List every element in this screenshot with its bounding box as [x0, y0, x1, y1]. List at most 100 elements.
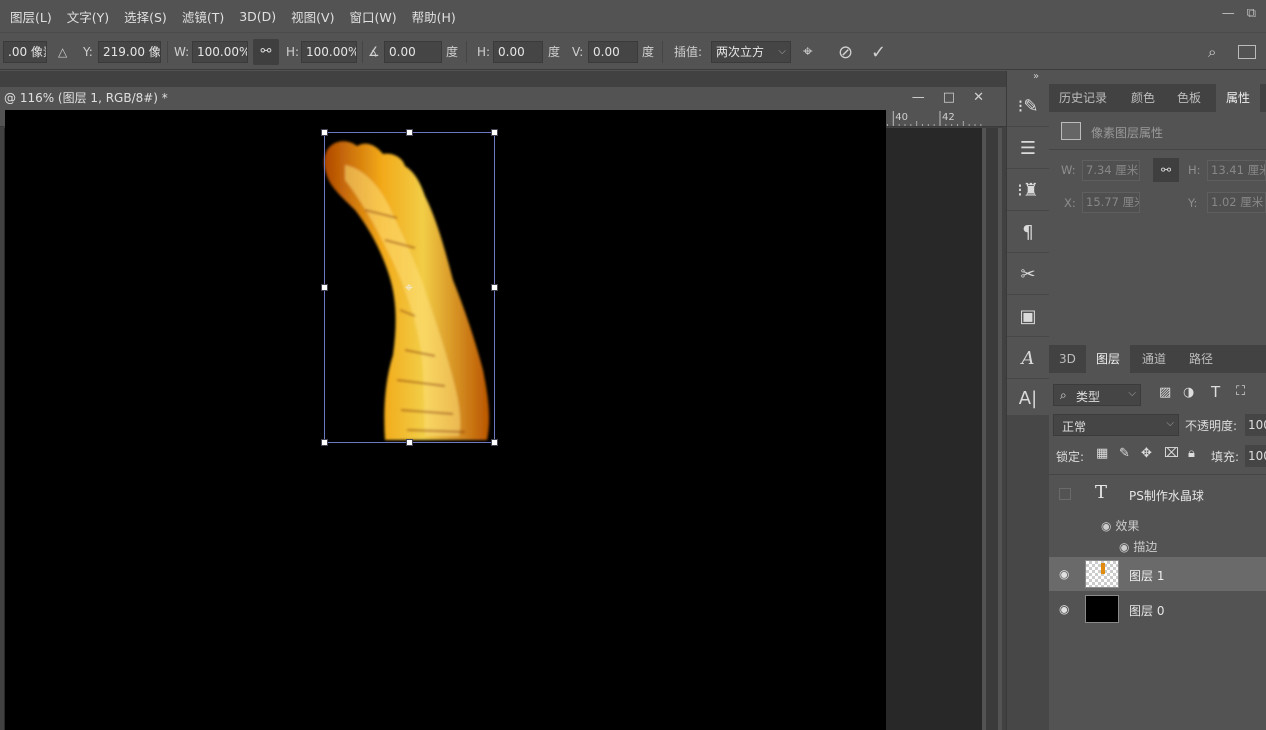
delta-icon[interactable]: △: [58, 42, 67, 63]
tab-channels[interactable]: 通道: [1142, 345, 1166, 373]
clone-source-icon[interactable]: ⁝♜: [1007, 171, 1049, 211]
menu-3d[interactable]: 3D(D): [239, 9, 276, 24]
transform-handle[interactable]: [491, 129, 498, 136]
tab-color[interactable]: 颜色: [1131, 84, 1155, 112]
lock-transparent-icon[interactable]: ▦: [1096, 446, 1108, 461]
transform-handle[interactable]: [321, 439, 328, 446]
y-position-field[interactable]: 219.00 像素: [98, 41, 161, 63]
interpolation-select[interactable]: 两次立方 ⌵: [711, 41, 791, 63]
lock-artboard-icon[interactable]: ⌧: [1164, 446, 1179, 461]
properties-header: 像素图层属性: [1091, 126, 1164, 140]
tab-3d[interactable]: 3D: [1059, 345, 1076, 373]
text-layer-icon: T: [1095, 482, 1108, 503]
glyphs-icon[interactable]: A: [1007, 339, 1049, 379]
menu-select[interactable]: 选择(S): [124, 7, 167, 26]
menu-window[interactable]: 窗口(W): [349, 7, 396, 26]
reference-point-icon[interactable]: ⌖: [401, 280, 417, 296]
blend-mode-value: 正常: [1062, 420, 1087, 434]
layer-row-selected[interactable]: ◉ 图层 1: [1049, 557, 1266, 591]
vertical-scrollbar[interactable]: [982, 128, 1002, 730]
library-icon[interactable]: ▣: [1007, 297, 1049, 337]
commit-transform-icon[interactable]: ✓: [871, 42, 886, 63]
character-icon[interactable]: A|: [1007, 379, 1049, 419]
blend-mode-select[interactable]: 正常 ⌵: [1053, 414, 1179, 436]
transform-handle[interactable]: [491, 439, 498, 446]
eye-icon[interactable]: ◉: [1119, 540, 1129, 554]
stroke-effect-row[interactable]: ◉ 描边: [1119, 538, 1157, 555]
prop-height-field[interactable]: 13.41 厘米: [1207, 160, 1266, 181]
angle-icon: ∡: [368, 45, 380, 60]
filter-pixel-icon[interactable]: ▨: [1159, 385, 1171, 400]
menu-help[interactable]: 帮助(H): [412, 7, 456, 26]
transform-handle[interactable]: [406, 129, 413, 136]
transform-handle[interactable]: [491, 284, 498, 291]
layer-row[interactable]: T PS制作水晶球: [1049, 477, 1266, 511]
link-icon[interactable]: ⚯: [253, 39, 279, 65]
width-scale-field[interactable]: 100.00%: [192, 41, 248, 63]
lock-position-icon[interactable]: ✥: [1141, 446, 1152, 461]
ruler-tick-label: 42: [942, 112, 955, 123]
doc-close-button[interactable]: ✕: [973, 87, 984, 109]
adjustments-icon[interactable]: ☰: [1007, 129, 1049, 169]
menu-type[interactable]: 文字(Y): [67, 7, 109, 26]
layer-name[interactable]: 图层 0: [1129, 602, 1164, 619]
doc-maximize-button[interactable]: □: [943, 87, 955, 109]
menu-filter[interactable]: 滤镜(T): [182, 7, 224, 26]
canvas[interactable]: ⌖: [5, 110, 886, 730]
prop-x-field[interactable]: 15.77 厘米: [1082, 192, 1140, 213]
document-tab[interactable]: @ 116% (图层 1, RGB/8#) * — □ ✕: [0, 87, 1006, 109]
tool-presets-icon[interactable]: ✂: [1007, 255, 1049, 295]
menu-layer[interactable]: 图层(L): [10, 7, 52, 26]
fill-field[interactable]: 100: [1245, 445, 1266, 467]
prop-w-label: W:: [1061, 163, 1076, 177]
filter-type-icon[interactable]: T: [1211, 383, 1220, 401]
tab-history[interactable]: 历史记录: [1059, 84, 1107, 112]
tab-paths[interactable]: 路径: [1189, 345, 1213, 373]
paragraph-icon[interactable]: ¶: [1007, 213, 1049, 253]
expand-panels-icon[interactable]: »: [1033, 71, 1039, 82]
doc-minimize-button[interactable]: —: [912, 87, 925, 109]
hskew-label: H:: [477, 45, 491, 59]
eye-icon[interactable]: ◉: [1101, 519, 1111, 533]
divider: [1049, 149, 1266, 150]
scrollbar-track[interactable]: [986, 128, 998, 730]
opacity-field[interactable]: 100: [1245, 414, 1266, 436]
minimize-button[interactable]: —: [1222, 6, 1235, 21]
menu-view[interactable]: 视图(V): [291, 7, 334, 26]
tab-layers[interactable]: 图层: [1086, 345, 1131, 373]
lock-all-icon[interactable]: 🔒︎: [1188, 446, 1195, 461]
x-position-field[interactable]: .00 像素: [3, 41, 47, 63]
filter-adjustment-icon[interactable]: ◑: [1183, 385, 1194, 400]
tab-swatches[interactable]: 色板: [1177, 84, 1201, 112]
filter-shape-icon[interactable]: ⛶: [1236, 384, 1245, 399]
lock-image-icon[interactable]: ✎: [1119, 446, 1130, 461]
transform-handle[interactable]: [406, 439, 413, 446]
layer-name[interactable]: 图层 1: [1129, 567, 1164, 584]
eye-icon[interactable]: ◉: [1059, 602, 1069, 616]
vertical-skew-field[interactable]: 0.00: [588, 41, 638, 63]
warp-mode-icon[interactable]: ⌖: [803, 42, 813, 63]
horizontal-skew-field[interactable]: 0.00: [493, 41, 543, 63]
eye-icon[interactable]: ◉: [1059, 567, 1069, 581]
layer-name[interactable]: PS制作水晶球: [1129, 487, 1204, 504]
workspace-icon[interactable]: [1238, 45, 1256, 59]
prop-width-field[interactable]: 7.34 厘米: [1082, 160, 1140, 181]
layer-filter-select[interactable]: ⌕ 类型 ⌵: [1053, 384, 1141, 406]
degree-label: 度: [548, 45, 561, 59]
restore-button[interactable]: ⧉: [1247, 6, 1256, 21]
tab-properties[interactable]: 属性: [1216, 84, 1261, 112]
visibility-toggle-off[interactable]: [1059, 488, 1071, 500]
brush-settings-icon[interactable]: ⁝✎: [1007, 87, 1049, 127]
rotate-angle-field[interactable]: 0.00: [384, 41, 442, 63]
divider: [167, 41, 168, 63]
effects-row[interactable]: ◉ 效果: [1101, 517, 1139, 534]
transform-handle[interactable]: [321, 129, 328, 136]
lock-label: 锁定:: [1056, 450, 1085, 464]
layer-row[interactable]: ◉ 图层 0: [1049, 592, 1266, 626]
prop-y-field[interactable]: 1.02 厘米: [1207, 192, 1266, 213]
height-scale-field[interactable]: 100.00%: [301, 41, 357, 63]
transform-handle[interactable]: [321, 284, 328, 291]
prop-link-icon[interactable]: ⚯: [1153, 158, 1179, 182]
search-icon[interactable]: ⌕: [1208, 42, 1216, 63]
cancel-transform-icon[interactable]: ⊘: [838, 42, 853, 63]
